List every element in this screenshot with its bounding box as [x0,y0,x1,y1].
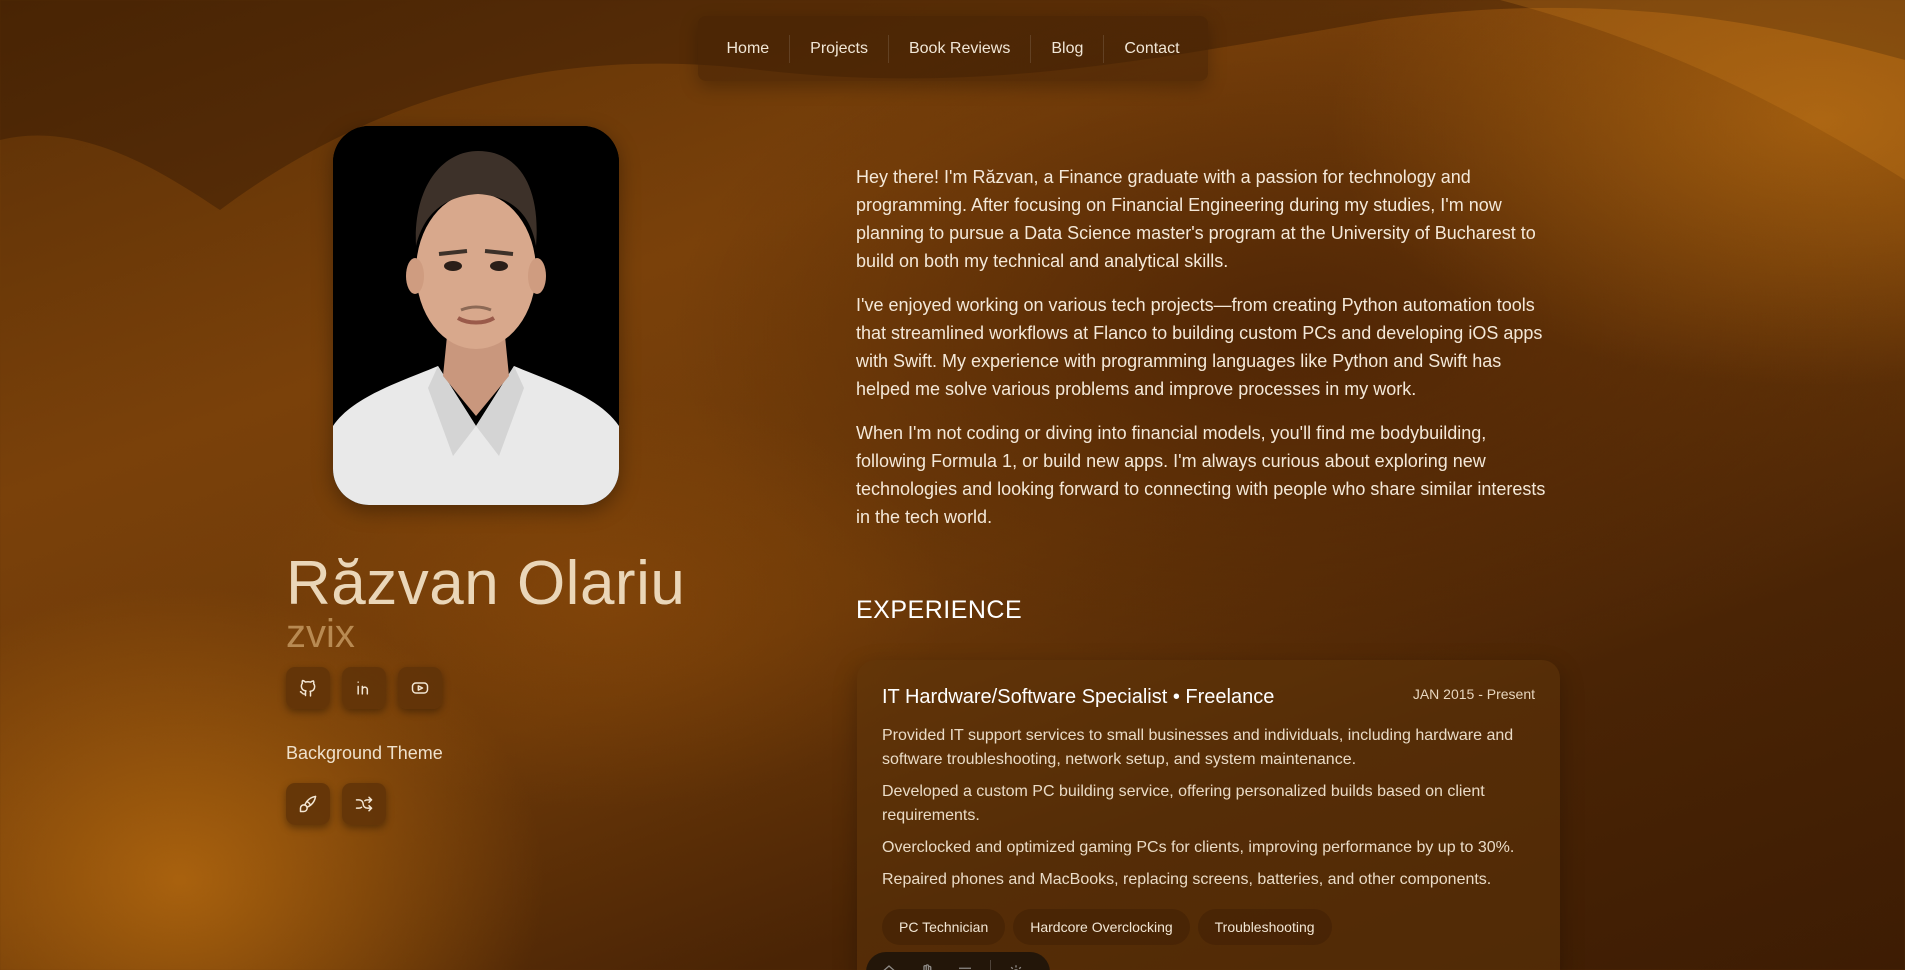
about-section: Hey there! I'm Răzvan, a Finance graduat… [856,163,1556,547]
youtube-icon [411,682,429,694]
skill-tag: PC Technician [882,909,1006,945]
job-bullet: Developed a custom PC building service, … [882,783,1485,824]
about-paragraph: When I'm not coding or diving into finan… [856,423,1546,527]
skill-tag: Hardcore Overclocking [1013,909,1190,945]
nav-projects[interactable]: Projects [790,35,888,63]
job-bullet: Provided IT support services to small bu… [882,727,1514,768]
profile-photo [333,126,619,505]
top-navigation: Home Projects Book Reviews Blog Contact [698,16,1208,81]
nav-contact[interactable]: Contact [1104,35,1199,63]
dock-settings-icon[interactable] [1003,959,1029,970]
shuffle-theme-button[interactable] [342,783,386,825]
paint-brush-icon [299,795,317,813]
job-date: JAN 2015 - Present [1412,686,1535,702]
dock-divider [990,960,991,970]
job-bullet: Overclocked and optimized gaming PCs for… [882,839,1515,856]
skill-tag: Troubleshooting [1197,909,1332,945]
background-theme-label: Background Theme [286,743,443,763]
profile-name: Răzvan Olariu [286,549,686,618]
profile-alias: zvix [286,612,355,656]
nav-book-reviews[interactable]: Book Reviews [889,35,1030,63]
shuffle-icon [355,796,373,812]
linkedin-button[interactable] [342,667,386,709]
floating-dock [866,952,1050,970]
github-icon [299,679,316,697]
skill-tags: PC Technician Hardcore Overclocking Trou… [882,909,1332,945]
dock-home-icon[interactable] [876,959,902,970]
change-theme-button[interactable] [286,783,330,825]
job-bullet: Repaired phones and MacBooks, replacing … [882,871,1492,888]
github-button[interactable] [286,667,330,709]
experience-card[interactable]: IT Hardware/Software Specialist • Freela… [857,660,1560,970]
job-title: IT Hardware/Software Specialist • Freela… [882,686,1275,708]
about-paragraph: Hey there! I'm Răzvan, a Finance graduat… [856,167,1536,271]
about-paragraph: I've enjoyed working on various tech pro… [856,295,1543,399]
experience-heading: EXPERIENCE [856,596,1023,624]
dock-hand-icon[interactable] [914,959,940,970]
nav-home[interactable]: Home [706,35,789,63]
job-description: Provided IT support services to small bu… [882,724,1532,900]
dock-menu-icon[interactable] [952,959,978,970]
linkedin-icon [357,681,369,695]
nav-blog[interactable]: Blog [1031,35,1103,63]
youtube-button[interactable] [398,667,442,709]
